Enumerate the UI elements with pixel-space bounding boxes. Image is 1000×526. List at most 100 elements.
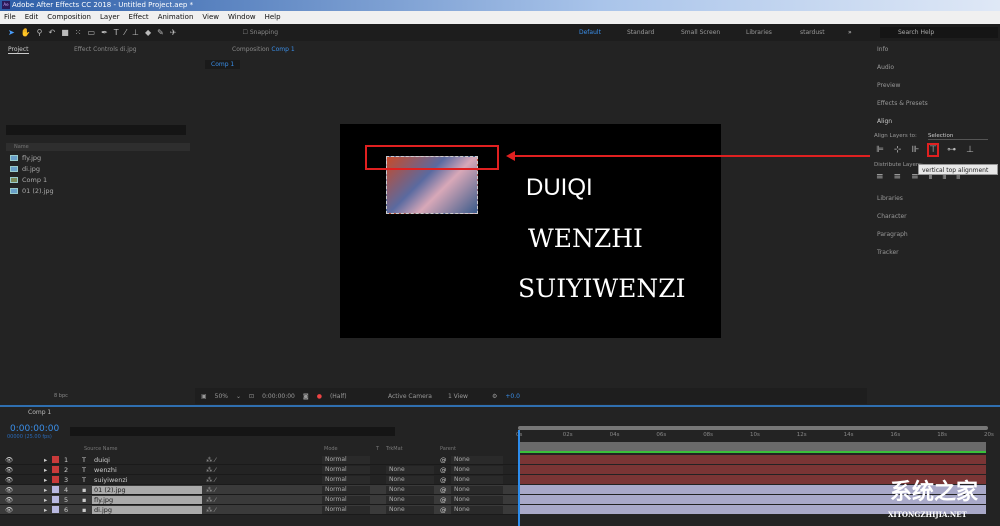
zoom-dropdown[interactable]: 50%: [215, 393, 228, 400]
rectangle-tool-icon[interactable]: ▭: [88, 28, 96, 37]
rotate-tool-icon[interactable]: ↶: [49, 28, 56, 37]
expand-triangle-icon[interactable]: ▸: [44, 476, 47, 484]
workspace-default[interactable]: Default: [579, 24, 601, 41]
panel-libraries[interactable]: Libraries: [877, 195, 903, 202]
toggle-mask-icon[interactable]: ▣: [201, 393, 207, 400]
layer-name[interactable]: fly.jpg: [92, 496, 202, 504]
pick-whip-icon[interactable]: @: [440, 486, 447, 494]
snapping-checkbox[interactable]: ☐ Snapping: [243, 29, 278, 36]
mode-dropdown[interactable]: Normal: [322, 496, 370, 504]
camera-tool-icon[interactable]: ■: [61, 28, 69, 37]
project-item[interactable]: 01 (2).jpg: [10, 187, 54, 195]
hand-tool-icon[interactable]: ✋: [21, 28, 31, 37]
bpc-button[interactable]: 8 bpc: [54, 393, 68, 399]
panel-tracker[interactable]: Tracker: [877, 249, 899, 256]
layer-name[interactable]: suiyiwenzi: [92, 476, 128, 484]
layer-row[interactable]: 👁 ▸ 2 T wenzhi ⁂ ⁄ Normal None @ None: [0, 465, 518, 475]
align-to-dropdown[interactable]: Selection: [928, 133, 988, 140]
visibility-eye-icon[interactable]: 👁: [5, 476, 13, 484]
work-area-bar[interactable]: [518, 426, 988, 430]
project-name-header[interactable]: Name: [6, 143, 190, 151]
pick-whip-icon[interactable]: @: [440, 456, 447, 464]
menu-animation[interactable]: Animation: [158, 11, 194, 24]
pick-whip-icon[interactable]: @: [440, 506, 447, 514]
layer-switches[interactable]: ⁂ ⁄: [206, 476, 216, 484]
workspaces-more-button[interactable]: »: [848, 24, 852, 41]
label-color-swatch[interactable]: [52, 476, 59, 483]
panel-audio[interactable]: Audio: [877, 64, 894, 71]
expand-triangle-icon[interactable]: ▸: [44, 486, 47, 494]
layer-switches[interactable]: ⁂ ⁄: [206, 456, 216, 464]
project-item[interactable]: Comp 1: [10, 176, 47, 184]
parent-dropdown[interactable]: None: [451, 456, 503, 464]
label-color-swatch[interactable]: [52, 466, 59, 473]
layer-switches[interactable]: ⁂ ⁄: [206, 506, 216, 514]
menu-file[interactable]: File: [4, 11, 16, 24]
workspace-standard[interactable]: Standard: [627, 24, 654, 41]
type-tool-icon[interactable]: T: [114, 28, 119, 37]
visibility-eye-icon[interactable]: 👁: [5, 486, 13, 494]
layer-duration-bar[interactable]: [520, 455, 986, 464]
trkmat-dropdown[interactable]: None: [386, 506, 434, 514]
pick-whip-icon[interactable]: @: [440, 476, 447, 484]
menu-edit[interactable]: Edit: [25, 11, 39, 24]
mode-dropdown[interactable]: Normal: [322, 486, 370, 494]
visibility-eye-icon[interactable]: 👁: [5, 496, 13, 504]
panel-info[interactable]: Info: [877, 46, 888, 53]
workspace-stardust[interactable]: stardust: [800, 24, 825, 41]
layer-switches[interactable]: ⁂ ⁄: [206, 496, 216, 504]
label-color-swatch[interactable]: [52, 486, 59, 493]
menu-window[interactable]: Window: [228, 11, 256, 24]
parent-dropdown[interactable]: None: [451, 496, 503, 504]
menu-composition[interactable]: Composition: [47, 11, 91, 24]
panel-preview[interactable]: Preview: [877, 82, 900, 89]
layer-name[interactable]: duiqi: [92, 456, 110, 464]
trkmat-dropdown[interactable]: None: [386, 476, 434, 484]
menu-help[interactable]: Help: [265, 11, 281, 24]
layer-name[interactable]: wenzhi: [92, 466, 117, 474]
align-bottom-icon[interactable]: ⊥: [966, 145, 974, 155]
mode-dropdown[interactable]: Normal: [322, 456, 370, 464]
workspace-libraries[interactable]: Libraries: [746, 24, 772, 41]
snapshot-icon[interactable]: ◙: [303, 393, 309, 400]
canvas-text-wenzhi[interactable]: WENZHI: [528, 224, 643, 253]
label-color-swatch[interactable]: [52, 496, 59, 503]
layer-name[interactable]: di.jpg: [92, 506, 202, 514]
expand-triangle-icon[interactable]: ▸: [44, 506, 47, 514]
canvas-text-suiyiwenzi[interactable]: SUIYIWENZI: [518, 274, 686, 303]
align-vertical-center-icon[interactable]: ⊶: [947, 145, 956, 155]
parent-dropdown[interactable]: None: [451, 486, 503, 494]
vertical-top-align-icon[interactable]: ⊤: [927, 143, 940, 157]
panel-paragraph[interactable]: Paragraph: [877, 231, 908, 238]
resolution-dropdown[interactable]: (Half): [330, 393, 380, 400]
pick-whip-icon[interactable]: @: [440, 466, 447, 474]
canvas-text-duiqi[interactable]: DUIQI: [526, 174, 593, 202]
expand-triangle-icon[interactable]: ▸: [44, 496, 47, 504]
project-search-input[interactable]: [6, 125, 186, 135]
selection-tool-icon[interactable]: ➤: [8, 28, 15, 37]
layer-row[interactable]: 👁 ▸ 4 ▪ 01 (2).jpg ⁂ ⁄ Normal None @ Non…: [0, 485, 518, 495]
exposure-value[interactable]: +0.0: [505, 393, 520, 400]
layer-switches[interactable]: ⁂ ⁄: [206, 486, 216, 494]
timeline-tab[interactable]: Comp 1: [28, 409, 51, 416]
layer-row[interactable]: 👁 ▸ 5 ▪ fly.jpg ⁂ ⁄ Normal None @ None: [0, 495, 518, 505]
panel-align-title[interactable]: Align: [877, 118, 892, 125]
channel-icon[interactable]: ●: [317, 393, 322, 400]
distribute-top-icon[interactable]: ≡: [876, 172, 884, 182]
camera-dropdown[interactable]: Active Camera: [388, 393, 440, 400]
align-right-icon[interactable]: ⊪: [911, 145, 919, 155]
expand-triangle-icon[interactable]: ▸: [44, 466, 47, 474]
clone-stamp-tool-icon[interactable]: ⊥: [132, 28, 139, 37]
trkmat-dropdown[interactable]: None: [386, 496, 434, 504]
mode-dropdown[interactable]: Normal: [322, 506, 370, 514]
align-horizontal-center-icon[interactable]: ⊹: [894, 145, 902, 155]
tab-effect-controls[interactable]: Effect Controls di.jpg: [74, 46, 137, 53]
workspace-small-screen[interactable]: Small Screen: [681, 24, 720, 41]
layer-switches[interactable]: ⁂ ⁄: [206, 466, 216, 474]
pen-tool-icon[interactable]: ✒: [101, 28, 108, 37]
tab-project[interactable]: Project: [8, 46, 29, 54]
expand-triangle-icon[interactable]: ▸: [44, 456, 47, 464]
roto-brush-tool-icon[interactable]: ✎: [157, 28, 164, 37]
distribute-center-icon[interactable]: ≡: [894, 172, 902, 182]
brush-tool-icon[interactable]: ⁄: [125, 28, 126, 37]
